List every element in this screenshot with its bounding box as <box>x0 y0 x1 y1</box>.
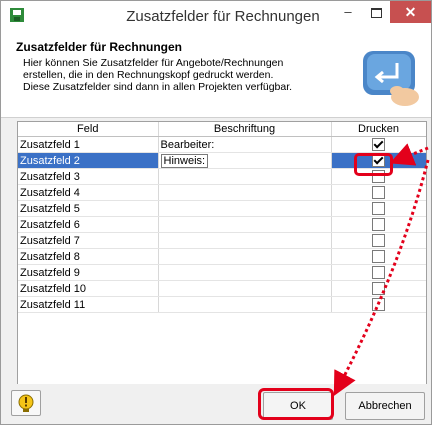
print-checkbox[interactable] <box>372 298 385 311</box>
print-checkbox[interactable] <box>372 138 385 151</box>
table-row[interactable]: Zusatzfeld 11 <box>18 296 426 313</box>
annotation-highlight-ok <box>258 388 334 420</box>
column-header-drucken[interactable]: Drucken <box>331 122 426 137</box>
table-row[interactable]: Zusatzfeld 9 <box>18 264 426 281</box>
button-bar: OK Abbrechen <box>1 384 431 424</box>
table-row[interactable]: Zusatzfeld 5 <box>18 200 426 217</box>
maximize-icon <box>370 7 382 18</box>
print-cell[interactable] <box>331 184 426 201</box>
label-edit-input[interactable]: Hinweis: <box>160 153 209 168</box>
print-checkbox[interactable] <box>372 186 385 199</box>
maximize-button[interactable] <box>362 1 390 23</box>
table-header-row: Feld Beschriftung Drucken <box>18 122 426 137</box>
field-name-cell[interactable]: Zusatzfeld 1 <box>18 136 159 153</box>
label-cell[interactable]: Bearbeiter: <box>158 136 332 153</box>
label-cell[interactable] <box>158 296 332 313</box>
column-header-feld[interactable]: Feld <box>18 122 159 137</box>
label-cell[interactable] <box>158 168 332 185</box>
table-row[interactable]: Zusatzfeld 8 <box>18 248 426 265</box>
label-cell[interactable] <box>158 248 332 265</box>
header-title: Zusatzfelder für Rechnungen <box>16 40 183 54</box>
header-description-line-2: erstellen, die in den Rechnungskopf gedr… <box>23 69 274 81</box>
print-checkbox[interactable] <box>372 218 385 231</box>
label-cell[interactable] <box>158 264 332 281</box>
field-name-cell[interactable]: Zusatzfeld 8 <box>18 248 159 265</box>
label-cell[interactable] <box>158 184 332 201</box>
label-cell[interactable] <box>158 232 332 249</box>
table-row[interactable]: Zusatzfeld 10 <box>18 280 426 297</box>
field-name-cell[interactable]: Zusatzfeld 4 <box>18 184 159 201</box>
print-checkbox[interactable] <box>372 266 385 279</box>
exclamation-bulb-icon <box>18 394 34 412</box>
field-name-cell[interactable]: Zusatzfeld 5 <box>18 200 159 217</box>
field-name-cell[interactable]: Zusatzfeld 11 <box>18 296 159 313</box>
table-row[interactable]: Zusatzfeld 6 <box>18 216 426 233</box>
field-name-cell[interactable]: Zusatzfeld 6 <box>18 216 159 233</box>
print-cell[interactable] <box>331 296 426 313</box>
header-panel: Zusatzfelder für Rechnungen Hier können … <box>1 31 431 118</box>
field-name-cell[interactable]: Zusatzfeld 10 <box>18 280 159 297</box>
column-header-beschriftung[interactable]: Beschriftung <box>158 122 332 137</box>
print-cell[interactable] <box>331 280 426 297</box>
field-name-cell[interactable]: Zusatzfeld 2 <box>18 152 159 169</box>
print-checkbox[interactable] <box>372 234 385 247</box>
table-row[interactable]: Zusatzfeld 4 <box>18 184 426 201</box>
keyboard-enter-icon <box>363 51 419 106</box>
table-row[interactable]: Zusatzfeld 1 Bearbeiter: <box>18 136 426 153</box>
print-cell[interactable] <box>331 248 426 265</box>
print-checkbox[interactable] <box>372 202 385 215</box>
label-cell-editing[interactable]: Hinweis: <box>158 152 332 169</box>
help-button[interactable] <box>11 390 41 416</box>
label-cell[interactable] <box>158 280 332 297</box>
print-checkbox[interactable] <box>372 250 385 263</box>
title-bar: Zusatzfelder für Rechnungen – ✕ <box>1 1 431 31</box>
print-checkbox[interactable] <box>372 282 385 295</box>
close-button[interactable]: ✕ <box>390 1 431 23</box>
minimize-button[interactable]: – <box>334 1 362 23</box>
print-cell[interactable] <box>331 264 426 281</box>
print-cell[interactable] <box>331 232 426 249</box>
table-row[interactable]: Zusatzfeld 7 <box>18 232 426 249</box>
header-description-line-1: Hier können Sie Zusatzfelder für Angebot… <box>23 57 284 69</box>
annotation-highlight-checkbox <box>354 153 393 176</box>
header-description-line-3: Diese Zusatzfelder sind dann in allen Pr… <box>23 81 293 93</box>
field-name-cell[interactable]: Zusatzfeld 3 <box>18 168 159 185</box>
label-cell[interactable] <box>158 216 332 233</box>
field-name-cell[interactable]: Zusatzfeld 9 <box>18 264 159 281</box>
field-name-cell[interactable]: Zusatzfeld 7 <box>18 232 159 249</box>
print-cell[interactable] <box>331 136 426 153</box>
dialog-window: Zusatzfelder für Rechnungen – ✕ Zusatzfe… <box>0 0 432 425</box>
print-cell[interactable] <box>331 200 426 217</box>
print-cell[interactable] <box>331 216 426 233</box>
cancel-button[interactable]: Abbrechen <box>345 392 425 420</box>
label-cell[interactable] <box>158 200 332 217</box>
